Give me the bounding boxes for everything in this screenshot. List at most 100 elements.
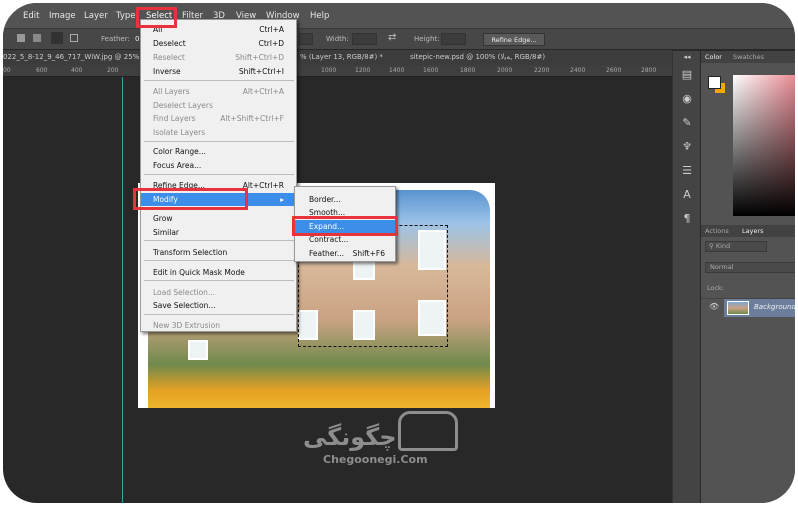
menu-item-all-layers[interactable]: All Layers Alt+Ctrl+A [141,85,296,98]
add-selection-icon[interactable] [33,34,41,42]
submenu-item-border[interactable]: Border... [295,193,395,206]
menu-item-reselect[interactable]: Reselect Shift+Ctrl+D [141,51,296,64]
ruler-tick: 200 [107,67,119,74]
clone-source-icon[interactable]: ♆ [673,135,701,159]
intersect-selection-icon[interactable] [70,34,78,42]
lock-label: Lock: [707,284,725,292]
annotation-box-expand [292,216,398,236]
history-icon[interactable]: ▤ [673,63,701,87]
refine-edge-button[interactable]: Refine Edge... [483,33,545,46]
ruler-tick: 00 [3,67,11,74]
subtract-selection-icon[interactable] [51,32,63,44]
menu-image[interactable]: Image [49,11,76,21]
tool-preset-icon[interactable]: ☰ [673,159,701,183]
ruler-tick: 2000 [497,67,513,74]
menu-item-inverse[interactable]: Inverse Shift+Ctrl+I [141,65,296,78]
menu-item-deselect[interactable]: Deselect Ctrl+D [141,37,296,50]
layer-row-background[interactable]: 👁 Background [701,298,795,317]
menu-item-quick-mask[interactable]: Edit in Quick Mask Mode [141,266,296,279]
menu-separator [144,141,294,142]
foreground-color-swatch[interactable] [708,76,721,89]
feather-label: Feather: [101,35,130,43]
menu-item-color-range[interactable]: Color Range... [141,145,296,158]
watermark-arabic: چگونگی [303,423,397,451]
menu-edit[interactable]: Edit [23,11,39,21]
ruler-tick: 2200 [534,67,550,74]
tab-swatches[interactable]: Swatches [733,53,764,61]
layer-thumbnail [727,301,749,315]
properties-icon[interactable]: ◉ [673,87,701,111]
menu-separator [144,174,294,175]
horizontal-ruler: 00 600 400 200 1000 1200 1400 1600 1800 … [3,65,672,77]
layer-name: Background [754,303,795,311]
blend-mode-dropdown[interactable]: Normal [705,262,795,273]
ruler-tick: 400 [71,67,83,74]
tab-doc-2[interactable]: % (Layer 13, RGB/8#) * [300,53,383,61]
menu-separator [144,260,294,261]
ruler-tick: 2600 [606,67,622,74]
ruler-tick: 1800 [460,67,476,74]
height-label: Height: [414,35,440,43]
swap-icon[interactable]: ⇄ [388,32,396,43]
ruler-tick: 1400 [389,67,405,74]
menu-item-new-3d-extrusion[interactable]: New 3D Extrusion [141,319,296,332]
color-panel-tabs: Color Swatches [701,51,795,63]
collapse-icon[interactable]: ◂◂ [673,51,701,63]
style-dropdown[interactable] [299,33,313,45]
right-panels: Color Swatches Actions Layers ⚲ Kind Nor… [701,51,795,503]
submenu-item-feather[interactable]: Feather... Shift+F6 [295,247,395,260]
menu-separator [144,314,294,315]
menu-separator [144,240,294,241]
menu-item-grow[interactable]: Grow [141,212,296,225]
tab-doc-1[interactable]: 022_5_8-12_9_46_717_WiW.jpg @ 25% [3,53,139,61]
menu-bar: Edit Image Layer Type Select Filter 3D V… [3,3,795,28]
brush-preset-icon[interactable]: ✎ [673,111,701,135]
ruler-tick: 2800 [641,67,657,74]
ruler-tick: 1600 [423,67,439,74]
menu-help[interactable]: Help [310,11,329,21]
menu-item-load-selection[interactable]: Load Selection... [141,286,296,299]
submenu-arrow-icon: ▸ [280,195,284,204]
menu-item-isolate-layers[interactable]: Isolate Layers [141,126,296,139]
menu-separator [144,280,294,281]
paragraph-icon[interactable]: ¶ [673,207,701,231]
menu-item-similar[interactable]: Similar [141,226,296,239]
tab-layers[interactable]: Layers [742,227,764,235]
visibility-eye-icon[interactable]: 👁 [709,302,719,311]
watermark-logo: چگونگی Chegoonegi.Com [303,411,483,471]
tab-color[interactable]: Color [705,53,722,61]
ruler-tick: 1200 [355,67,371,74]
width-label: Width: [326,35,349,43]
height-input[interactable] [441,33,466,45]
layer-kind-filter[interactable]: ⚲ Kind [705,241,767,252]
tab-doc-3[interactable]: sitepic-new.psd @ 100% (ﻪﯾﻻ, RGB/8#) [410,53,545,61]
select-menu: All Ctrl+A Deselect Ctrl+D Reselect Shift+C… [140,19,297,332]
new-selection-icon[interactable] [17,34,25,42]
logo-icon [398,411,458,451]
photoshop-window: Edit Image Layer Type Select Filter 3D V… [3,3,795,503]
menu-type[interactable]: Type [116,11,136,21]
document-tabs: 022_5_8-12_9_46_717_WiW.jpg @ 25% % (Lay… [3,50,672,65]
options-bar: Feather: 0 Width: ⇄ Height: Refine Edge.… [3,28,795,49]
menu-item-save-selection[interactable]: Save Selection... [141,299,296,312]
ruler-tick: 600 [36,67,48,74]
menu-item-focus-area[interactable]: Focus Area... [141,159,296,172]
menu-item-deselect-layers[interactable]: Deselect Layers [141,99,296,112]
menu-separator [144,80,294,81]
ruler-tick: 2400 [570,67,586,74]
character-icon[interactable]: A [673,183,701,207]
layers-panel-tabs: Actions Layers [701,225,795,237]
menu-item-transform-selection[interactable]: Transform Selection [141,246,296,259]
watermark-text: Chegoonegi.Com [323,453,428,466]
feather-input[interactable]: 0 [135,35,139,43]
menu-item-find-layers[interactable]: Find Layers Alt+Shift+Ctrl+F [141,112,296,125]
panel-icon-strip: ◂◂ ▤ ◉ ✎ ♆ ☰ A ¶ [672,51,700,503]
ruler-tick: 1000 [321,67,337,74]
annotation-box-modify [133,188,248,210]
tab-actions[interactable]: Actions [705,227,729,235]
annotation-box-select [136,7,177,28]
width-input[interactable] [352,33,377,45]
color-field[interactable] [733,75,795,216]
menu-layer[interactable]: Layer [84,11,108,21]
guide-line[interactable] [122,77,123,503]
